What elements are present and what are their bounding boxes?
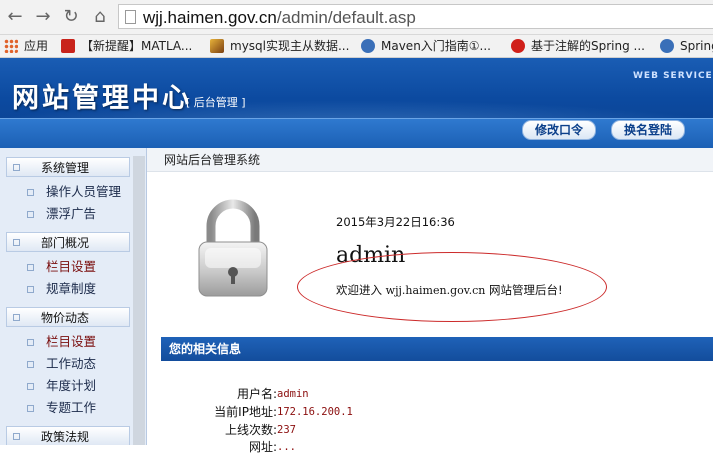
sidebar-item-regulations[interactable]: 规章制度 <box>27 280 97 298</box>
switch-login-button[interactable]: 换名登陆 <box>611 120 686 140</box>
url-host: wjj.haimen.gov.cn <box>143 8 277 27</box>
info-value: ... <box>277 441 296 453</box>
info-label: 用户名: <box>236 387 277 401</box>
site-subtitle: [ 后台管理 ] <box>186 96 246 109</box>
bullet-icon <box>27 264 34 271</box>
bullet-icon <box>27 189 34 196</box>
section-label: 部门概况 <box>41 236 90 250</box>
sidebar-item-work-news[interactable]: 工作动态 <box>27 355 97 373</box>
sidebar-item-operators[interactable]: 操作人员管理 <box>27 183 122 201</box>
expand-icon <box>13 164 20 171</box>
info-value-ip: 172.16.200.1 <box>273 404 473 420</box>
login-datetime: 2015年3月22日16:36 <box>336 215 455 229</box>
bullet-icon <box>27 286 34 293</box>
item-label: 漂浮广告 <box>46 206 97 221</box>
info-label: 上线次数: <box>224 423 277 437</box>
info-value-login-count: 237 <box>273 422 473 438</box>
sidebar-section-system[interactable]: 系统管理 <box>6 157 130 177</box>
item-label: 年度计划 <box>46 378 97 393</box>
info-value-website: ... <box>273 439 473 455</box>
url-path: /admin/default.asp <box>276 8 416 27</box>
bookmark-red-icon <box>61 39 75 53</box>
bookmark-label: 应用 <box>24 39 49 53</box>
sidebar-scrollbar[interactable] <box>133 156 145 445</box>
sidebar: 系统管理 操作人员管理 漂浮广告 部门概况 栏目设置 规章制度 物价动态 栏目设… <box>0 148 147 445</box>
sidebar-item-annual-plan[interactable]: 年度计划 <box>27 377 97 395</box>
info-value: admin <box>277 388 309 400</box>
browser-toolbar: ← → ↻ ⌂ wjj.haimen.gov.cn/admin/default.… <box>0 0 713 35</box>
sidebar-item-column-settings-2[interactable]: 栏目设置 <box>27 333 97 351</box>
bookmark-mysql[interactable]: mysql实现主从数据... <box>210 35 349 57</box>
page-icon <box>125 10 136 24</box>
bullet-icon <box>27 383 34 390</box>
section-label: 政策法规 <box>41 430 90 444</box>
bookmark-spring-annotation[interactable]: 基于注解的Spring ... <box>511 35 645 57</box>
sidebar-item-floating-ads[interactable]: 漂浮广告 <box>27 205 97 223</box>
sidebar-item-column-settings[interactable]: 栏目设置 <box>27 258 97 276</box>
bookmark-label: 【新提醒】MATLA... <box>81 39 193 53</box>
bookmark-label: Spring <box>680 39 713 53</box>
web-service-tag: WEB SERVICE <box>633 71 713 81</box>
bookmark-label: mysql实现主从数据... <box>230 39 350 53</box>
info-value: 237 <box>277 424 296 436</box>
back-icon[interactable]: ← <box>4 6 26 28</box>
sidebar-section-prices[interactable]: 物价动态 <box>6 307 130 327</box>
info-section-title: 您的相关信息 <box>161 337 713 361</box>
bullet-icon <box>27 339 34 346</box>
section-label: 系统管理 <box>41 161 90 175</box>
info-label: 当前IP地址: <box>214 405 277 419</box>
lock-icon <box>198 199 268 297</box>
breadcrumb: 网站后台管理系统 <box>147 148 713 172</box>
header-bar <box>0 118 713 148</box>
bookmark-spring[interactable]: Spring <box>660 35 713 57</box>
address-bar[interactable]: wjj.haimen.gov.cn/admin/default.asp <box>118 4 713 29</box>
home-icon[interactable]: ⌂ <box>89 6 111 28</box>
item-label: 专题工作 <box>46 400 97 415</box>
expand-icon <box>13 433 20 440</box>
maven-icon <box>361 39 375 53</box>
bookmark-label: 基于注解的Spring ... <box>531 39 645 53</box>
mysql-icon <box>210 39 224 53</box>
bookmark-maven[interactable]: Maven入门指南①... <box>361 35 491 57</box>
bullet-icon <box>27 211 34 218</box>
bookmark-label: Maven入门指南①... <box>381 39 491 53</box>
expand-icon <box>13 314 20 321</box>
section-label: 物价动态 <box>41 311 90 325</box>
sidebar-item-special-work[interactable]: 专题工作 <box>27 399 97 417</box>
info-row-ip: 当前IP地址: <box>147 404 277 420</box>
forward-icon[interactable]: → <box>32 6 54 28</box>
item-label: 栏目设置 <box>46 334 97 349</box>
reload-icon[interactable]: ↻ <box>60 6 82 28</box>
item-label: 规章制度 <box>46 281 97 296</box>
info-row-login-count: 上线次数: <box>147 422 277 438</box>
site-title: 网站管理中心 <box>12 83 192 114</box>
bullet-icon <box>27 361 34 368</box>
bookmark-matlab[interactable]: 【新提醒】MATLA... <box>61 35 192 57</box>
item-label: 操作人员管理 <box>46 184 122 199</box>
info-row-website: 网址: <box>147 439 277 455</box>
main-content: 网站后台管理系统 2015年3月22日16:36 admin 欢迎进入 wjj.… <box>147 148 713 454</box>
site-header: 网站管理中心 [ 后台管理 ] WEB SERVICE 修改口令 换名登陆 <box>0 58 713 148</box>
csdn-icon <box>511 39 525 53</box>
info-row-username: 用户名: <box>147 386 277 402</box>
bullet-icon <box>27 405 34 412</box>
sidebar-section-policy[interactable]: 政策法规 <box>6 426 130 445</box>
item-label: 栏目设置 <box>46 259 97 274</box>
info-value: 172.16.200.1 <box>277 406 353 418</box>
item-label: 工作动态 <box>46 356 97 371</box>
sidebar-section-department[interactable]: 部门概况 <box>6 232 130 252</box>
change-password-button[interactable]: 修改口令 <box>522 120 597 140</box>
info-value-username: admin <box>273 386 473 402</box>
apps-icon <box>4 39 18 53</box>
spring-icon <box>660 39 674 53</box>
expand-icon <box>13 239 20 246</box>
bookmarks-bar: 应用 【新提醒】MATLA... mysql实现主从数据... Maven入门指… <box>0 35 713 58</box>
highlight-oval <box>297 252 607 322</box>
bookmark-apps[interactable]: 应用 <box>4 35 48 57</box>
